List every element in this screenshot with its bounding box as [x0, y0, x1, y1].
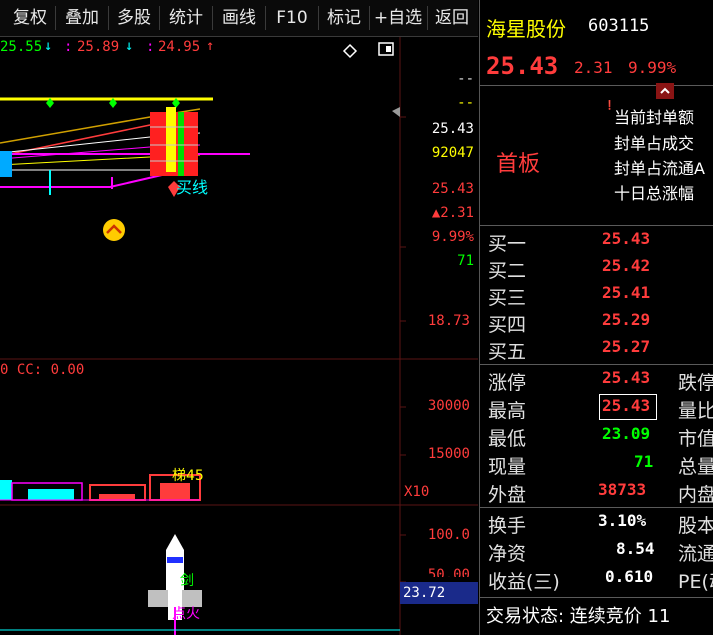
toolbar: 复权 叠加 多股 统计 画线 F10 标记 +自选 返回: [0, 0, 478, 37]
axis-ticks: [400, 116, 406, 583]
ma-value-2: 25.89: [77, 39, 120, 55]
outer-value: 38733: [598, 480, 647, 499]
statistics-button[interactable]: 统计: [163, 3, 209, 33]
high-value: 25.43: [602, 396, 651, 415]
market-cap-label: 市值: [678, 428, 713, 450]
bid1-price: 25.43: [602, 229, 651, 248]
bid5-price: 25.27: [602, 337, 651, 356]
limit-up-value: 25.43: [602, 368, 651, 387]
ignite-label: 点火: [172, 606, 200, 622]
axis-volume: 92047: [431, 145, 474, 161]
total-volume-label: 总量: [678, 456, 713, 478]
axis-pct: 9.99%: [431, 229, 474, 245]
buy-signal-label: 买线: [176, 178, 209, 197]
float-label: 流通: [678, 543, 713, 565]
turnover-value: 3.10%: [598, 511, 647, 530]
board-label: 首板: [496, 152, 541, 177]
axis-last: 25.43: [431, 181, 474, 197]
arrow-3: ↑: [206, 38, 215, 54]
bid4-price: 25.29: [602, 310, 651, 329]
trade-status: 交易状态: 连续竞价 11: [486, 606, 671, 627]
limit-down-label: 跌停: [678, 372, 713, 394]
axis-top-1: --: [457, 71, 474, 87]
sword-label: 剑: [180, 573, 194, 589]
vol-axis-1: 30000: [427, 398, 470, 414]
seal-label-2: 封单占成交: [614, 134, 695, 153]
bid3-price: 25.41: [602, 283, 651, 302]
quote-panel: 海星股份 603115 25.43 2.31 9.99% 首板 ❗ 当前封单额 …: [479, 0, 713, 635]
bid3-label: 买三: [488, 287, 527, 309]
cursor-marker: [392, 107, 400, 117]
mark-button[interactable]: 标记: [322, 3, 366, 33]
ind-current: 23.72: [403, 585, 446, 601]
eps-value: 0.610: [605, 567, 654, 586]
bid2-label: 买二: [488, 260, 527, 282]
bid2-price: 25.42: [602, 256, 651, 275]
last-price: 25.43: [486, 52, 559, 80]
up-circle-icon: [103, 219, 125, 241]
chart-canvas: [0, 37, 478, 635]
net-assets-label: 净资: [488, 543, 527, 565]
limit-candle-yellow: [166, 107, 176, 172]
net-assets-value: 8.54: [616, 539, 655, 558]
axis-top-2: --: [457, 95, 474, 111]
bid4-label: 买四: [488, 314, 527, 336]
seal-label-4: 十日总涨幅: [614, 184, 695, 203]
axis-low: 18.73: [427, 313, 470, 329]
back-button[interactable]: 返回: [430, 3, 474, 33]
price-change: 2.31: [574, 58, 613, 77]
ma-value-1: 25.55: [0, 39, 43, 55]
seal-label-3: 封单占流通A: [614, 159, 705, 178]
volume-bars: [0, 474, 201, 501]
axis-change: ▲2.31: [431, 205, 474, 221]
seal-label-1: 当前封单额: [614, 108, 695, 127]
volume-ratio-label: 量比: [678, 400, 713, 422]
eps-label: 收益(三): [488, 571, 560, 593]
outer-label: 外盘: [488, 484, 527, 506]
limit-up-label: 涨停: [488, 372, 527, 394]
restore-rights-button[interactable]: 复权: [8, 3, 52, 33]
share-capital-label: 股本: [678, 515, 713, 537]
limit-candle-green: [178, 112, 184, 176]
axis-current-vol: 71: [457, 253, 474, 269]
vol-axis-2: 15000: [427, 446, 470, 462]
support-magenta: [0, 171, 176, 188]
multi-stock-button[interactable]: 多股: [112, 3, 156, 33]
stock-name: 海星股份: [486, 17, 566, 41]
arrow-1: ↓: [44, 38, 53, 54]
vol-multiplier: X10: [404, 484, 430, 500]
ind-axis-1: 100.0: [427, 527, 470, 543]
left-candle: [0, 151, 12, 177]
chart-area[interactable]: 25.55 ↓ : 25.89 ↓ : 24.95 ↑ 买线 0 CC: 0.0…: [0, 37, 478, 635]
arrow-2: ↓: [125, 38, 134, 54]
axis-price: 25.43: [431, 121, 474, 137]
f10-button[interactable]: F10: [270, 3, 314, 33]
current-volume-label: 现量: [488, 456, 527, 478]
low-value: 23.09: [602, 424, 651, 443]
volume-header: 0 CC: 0.00: [0, 362, 85, 378]
add-watchlist-button[interactable]: +自选: [372, 3, 424, 33]
turnover-label: 换手: [488, 515, 527, 537]
collapse-button[interactable]: [656, 83, 674, 99]
bid1-label: 买一: [488, 233, 527, 255]
ind-axis-2: 50.00: [427, 567, 470, 577]
low-label: 最低: [488, 428, 527, 450]
price-pct: 9.99%: [628, 58, 677, 77]
draw-line-button[interactable]: 画线: [216, 3, 262, 33]
current-volume-value: 71: [634, 452, 654, 471]
ladder-label: 梯45: [172, 468, 204, 484]
high-label: 最高: [488, 400, 527, 422]
ma-value-3: 24.95: [158, 39, 201, 55]
diamond-toggle-icon: [342, 43, 358, 59]
pe-label: PE(动: [678, 571, 713, 593]
overlay-button[interactable]: 叠加: [59, 3, 105, 33]
inner-label: 内盘: [678, 484, 713, 506]
bid5-label: 买五: [488, 341, 527, 363]
stock-code: 603115: [588, 16, 650, 36]
